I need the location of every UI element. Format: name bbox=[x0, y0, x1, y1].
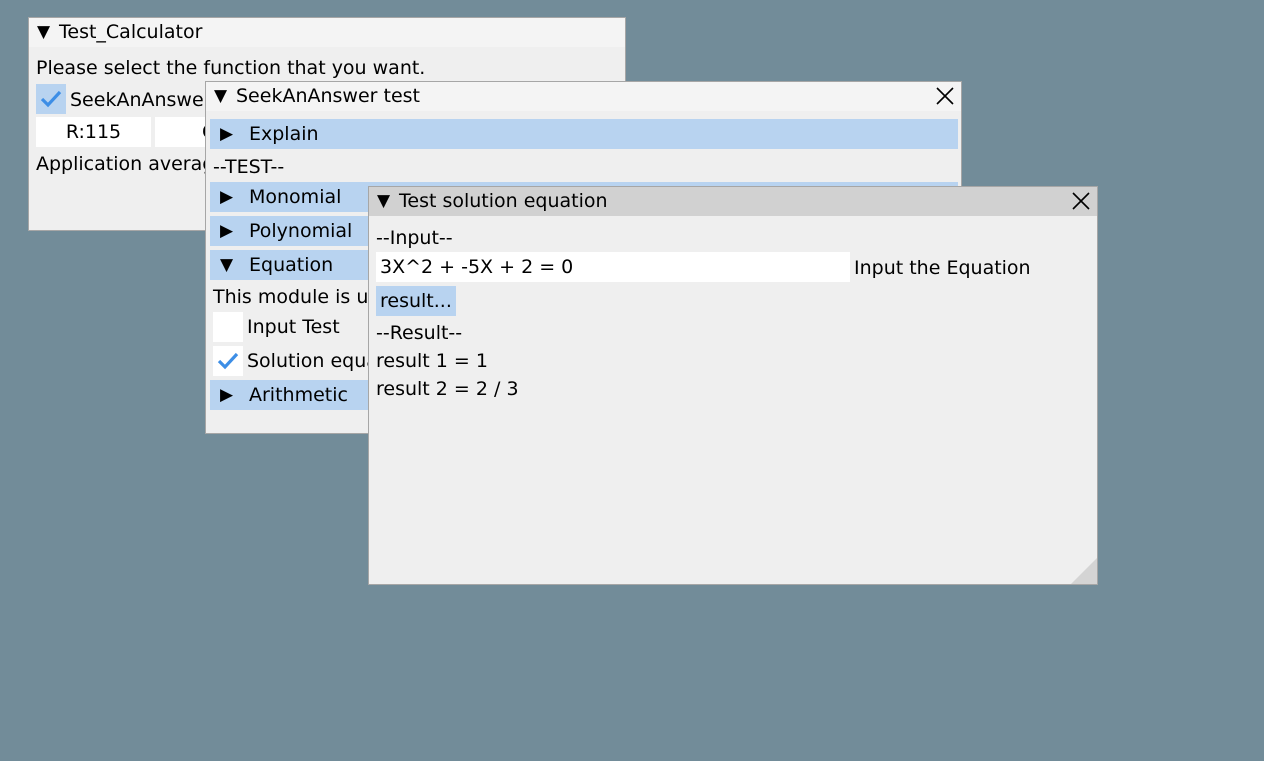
tree-node-explain[interactable]: ▶ Explain bbox=[210, 119, 958, 149]
window-title: Test solution equation bbox=[399, 190, 608, 212]
tree-node-label: Monomial bbox=[249, 186, 342, 208]
seekananswer-checkbox-label: SeekAnAnswer bbox=[70, 89, 212, 111]
prompt-text: Please select the function that you want… bbox=[36, 57, 426, 79]
expand-triangle-icon: ▶ bbox=[220, 220, 234, 241]
close-icon[interactable] bbox=[1071, 191, 1091, 211]
solution-equation-checkbox[interactable] bbox=[213, 346, 243, 376]
test-calculator-titlebar[interactable]: ▼ Test_Calculator bbox=[29, 18, 625, 47]
result-button-label: result... bbox=[380, 290, 452, 312]
collapse-triangle-icon[interactable]: ▼ bbox=[377, 193, 399, 210]
test-solution-window: ▼ Test solution equation --Input-- 3X^2 … bbox=[368, 186, 1098, 585]
r-field[interactable]: R:115 bbox=[36, 117, 151, 147]
collapse-triangle-icon[interactable]: ▼ bbox=[214, 88, 236, 105]
input-heading: --Input-- bbox=[376, 227, 453, 249]
r-field-value: R:115 bbox=[65, 121, 122, 143]
window-title: SeekAnAnswer test bbox=[236, 85, 420, 107]
tree-node-label: Explain bbox=[249, 123, 319, 145]
resize-grip-icon[interactable] bbox=[1071, 558, 1097, 584]
checkmark-icon bbox=[217, 352, 239, 370]
result-1-text: result 1 = 1 bbox=[376, 350, 488, 372]
tree-node-label: Arithmetic bbox=[249, 384, 348, 406]
seekananswer-titlebar[interactable]: ▼ SeekAnAnswer test bbox=[206, 82, 961, 111]
test-solution-titlebar[interactable]: ▼ Test solution equation bbox=[369, 187, 1097, 216]
result-2-text: result 2 = 2 / 3 bbox=[376, 378, 519, 400]
checkmark-icon bbox=[40, 90, 62, 108]
equation-input[interactable]: 3X^2 + -5X + 2 = 0 bbox=[376, 252, 850, 282]
input-test-label: Input Test bbox=[247, 316, 340, 338]
application-average-text: Application averag bbox=[36, 153, 215, 175]
tree-node-label: Equation bbox=[249, 254, 334, 276]
close-icon[interactable] bbox=[935, 86, 955, 106]
expand-triangle-icon: ▶ bbox=[220, 123, 234, 144]
expand-triangle-icon: ▶ bbox=[220, 186, 234, 207]
seekananswer-checkbox[interactable] bbox=[36, 84, 66, 114]
expand-triangle-icon: ▶ bbox=[220, 384, 234, 405]
solution-equation-label: Solution equa bbox=[247, 350, 378, 372]
result-button[interactable]: result... bbox=[376, 286, 456, 316]
input-test-checkbox[interactable] bbox=[213, 312, 243, 342]
result-heading: --Result-- bbox=[376, 322, 463, 344]
test-heading: --TEST-- bbox=[213, 156, 285, 178]
tree-node-label: Polynomial bbox=[249, 220, 353, 242]
equation-input-value: 3X^2 + -5X + 2 = 0 bbox=[380, 256, 574, 278]
collapse-triangle-icon[interactable]: ▼ bbox=[37, 24, 59, 41]
collapse-triangle-icon: ▼ bbox=[220, 254, 234, 275]
module-description: This module is us bbox=[213, 286, 379, 308]
equation-input-label: Input the Equation bbox=[854, 257, 1031, 279]
window-title: Test_Calculator bbox=[59, 21, 203, 43]
